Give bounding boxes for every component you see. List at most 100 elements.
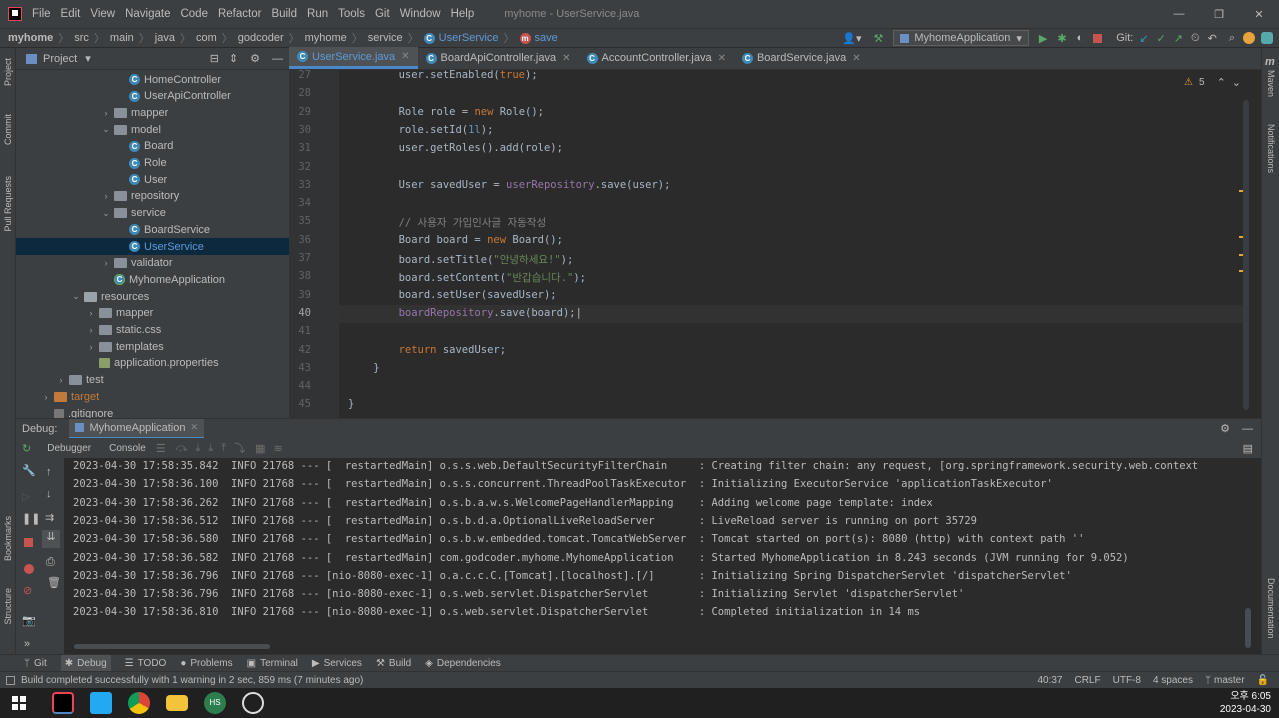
tool-window-dependencies[interactable]: ◈ Dependencies [425,658,501,669]
trace-icon[interactable]: ≋ [274,442,283,455]
minimize-icon[interactable]: — [1159,8,1199,20]
menu-refactor[interactable]: Refactor [218,8,261,20]
step-into-icon[interactable]: ⤓ [195,442,200,455]
user-icon[interactable]: 👤▾ [842,32,861,45]
chevron-up-icon[interactable]: ⌃ [1217,76,1226,89]
menu-run[interactable]: Run [307,8,328,20]
git-branch[interactable]: ᛘ master [1205,675,1245,686]
debug-icon[interactable]: ✱ [1057,32,1066,45]
menu-navigate[interactable]: Navigate [125,8,170,20]
git-commit-icon[interactable]: ✓ [1157,32,1166,45]
tree-folder[interactable]: › static.css [16,322,162,339]
code-line[interactable]: board.setContent("반갑습니다."); [348,270,586,285]
chevron-right-icon[interactable]: › [86,342,96,352]
tree-folder[interactable]: › validator [16,255,173,272]
run-icon[interactable]: ▶ [1039,32,1047,45]
tree-folder[interactable]: › target [16,388,100,405]
editor-tab[interactable]: C UserService.java ✕ [289,47,418,69]
project-panel-title[interactable]: Project [43,53,77,65]
more-icon[interactable]: » [24,638,30,650]
force-step-into-icon[interactable]: ⤓ [208,442,213,455]
git-update-icon[interactable]: ↙ [1139,32,1148,45]
breadcrumb-item-service[interactable]: service [368,32,403,44]
tree-file[interactable]: .gitignore [16,405,113,418]
scroll-to-end-icon[interactable]: ⇊ [42,530,60,548]
breadcrumb-item-godcoder[interactable]: godcoder [238,32,284,44]
hammer-icon[interactable]: ⚒ [873,32,883,45]
chevron-down-icon[interactable]: ▾ [85,52,91,65]
code-line[interactable]: Board board = new Board(); [348,234,563,246]
code-line[interactable]: // 사용자 가입인사글 자동작성 [348,215,547,230]
close-icon[interactable]: ✕ [1239,8,1279,21]
wrench-icon[interactable]: 🔧 [22,464,36,477]
rollback-icon[interactable]: ↶ [1208,32,1217,45]
code-line[interactable]: user.getRoles().add(role); [348,142,563,154]
menu-tools[interactable]: Tools [338,8,365,20]
stop-icon[interactable] [24,538,33,547]
code-line[interactable]: } [348,398,354,410]
soft-wrap-icon[interactable]: ⇉ [45,511,54,524]
pull-requests-tool-button[interactable]: Pull Requests [3,176,13,232]
resume-icon[interactable]: ▷ [22,490,30,503]
tool-window-services[interactable]: ▶ Services [312,658,362,669]
tree-file[interactable]: C MyhomeApplication [16,271,225,288]
editor-scrollbar[interactable] [1243,100,1249,410]
chevron-down-icon[interactable]: ⌄ [101,208,111,219]
close-icon[interactable]: ✕ [401,51,409,62]
inspection-widget[interactable]: ⚠ 5 ⌃ ⌄ [1184,76,1241,89]
tree-folder[interactable]: › repository [16,188,180,205]
tree-file[interactable]: C User [16,171,167,188]
expand-icon[interactable]: ⇕ [229,52,238,65]
coverage-icon[interactable]: ◐ [1077,32,1084,44]
chevron-right-icon[interactable]: › [101,191,111,201]
stop-icon[interactable] [1093,33,1103,43]
editor-tab[interactable]: C BoardApiController.java ✕ [418,47,579,69]
chevron-right-icon[interactable]: › [101,258,111,268]
pause-icon[interactable]: ❚❚ [22,512,40,525]
project-tool-button[interactable]: Project [3,58,13,86]
tool-window-debug[interactable]: ✱ Debug [60,654,111,672]
menu-edit[interactable]: Edit [61,8,81,20]
run-config-select[interactable]: MyhomeApplication ▾ [893,30,1029,46]
tree-file[interactable]: C UserApiController [16,88,231,105]
debug-session-tab[interactable]: MyhomeApplication ✕ [69,418,205,439]
tree-folder[interactable]: ⌄ resources [16,288,149,305]
tool-window-problems[interactable]: ● Problems [180,658,232,669]
chevron-right-icon[interactable]: › [56,375,66,385]
chevron-down-icon[interactable]: ⌄ [71,291,81,302]
hide-icon[interactable]: — [1242,423,1253,435]
clock[interactable]: 오후 6:05 2023-04-30 [1220,690,1271,716]
tree-file[interactable]: application.properties [16,355,219,372]
arrow-up-icon[interactable]: ↑ [46,466,52,478]
lock-icon[interactable]: 🔓 [1257,675,1269,686]
tool-window-build[interactable]: ⚒ Build [376,658,411,669]
breadcrumb-item-myhome[interactable]: myhome [305,32,347,44]
maximize-icon[interactable]: ❐ [1199,8,1239,21]
close-icon[interactable]: ✕ [190,422,198,433]
menu-view[interactable]: View [90,8,115,20]
menu-window[interactable]: Window [400,8,441,20]
breadcrumb-item-src[interactable]: src [74,32,89,44]
hide-icon[interactable]: — [272,53,283,65]
breadcrumb-item-main[interactable]: main [110,32,134,44]
tree-file[interactable]: C Board [16,138,173,155]
menu-git[interactable]: Git [375,8,390,20]
chevron-right-icon[interactable]: › [86,325,96,335]
tool-window-todo[interactable]: ☰ TODO [125,658,167,669]
tree-file[interactable]: C HomeController [16,71,221,88]
console-hscrollbar[interactable] [74,644,270,649]
plugin-icon[interactable] [1261,32,1273,44]
breadcrumb-item-com[interactable]: com [196,32,217,44]
tree-folder[interactable]: ⌄ model [16,121,161,138]
tree-folder[interactable]: › test [16,372,104,389]
close-icon[interactable]: ✕ [562,53,570,64]
update-icon[interactable] [1243,32,1255,44]
code-line[interactable]: role.setId(1l); [348,124,494,136]
editor-tab[interactable]: C AccountController.java ✕ [579,47,734,69]
close-icon[interactable]: ✕ [718,53,726,64]
git-push-icon[interactable]: ↗ [1174,32,1183,45]
code-line[interactable]: boardRepository.save(board);| [348,307,582,319]
history-icon[interactable]: ⏲ [1191,32,1200,45]
line-separator[interactable]: CRLF [1074,675,1100,686]
code-editor[interactable]: ⚠ 5 ⌃ ⌄ user.setEnabled(true); Role role… [339,70,1249,418]
